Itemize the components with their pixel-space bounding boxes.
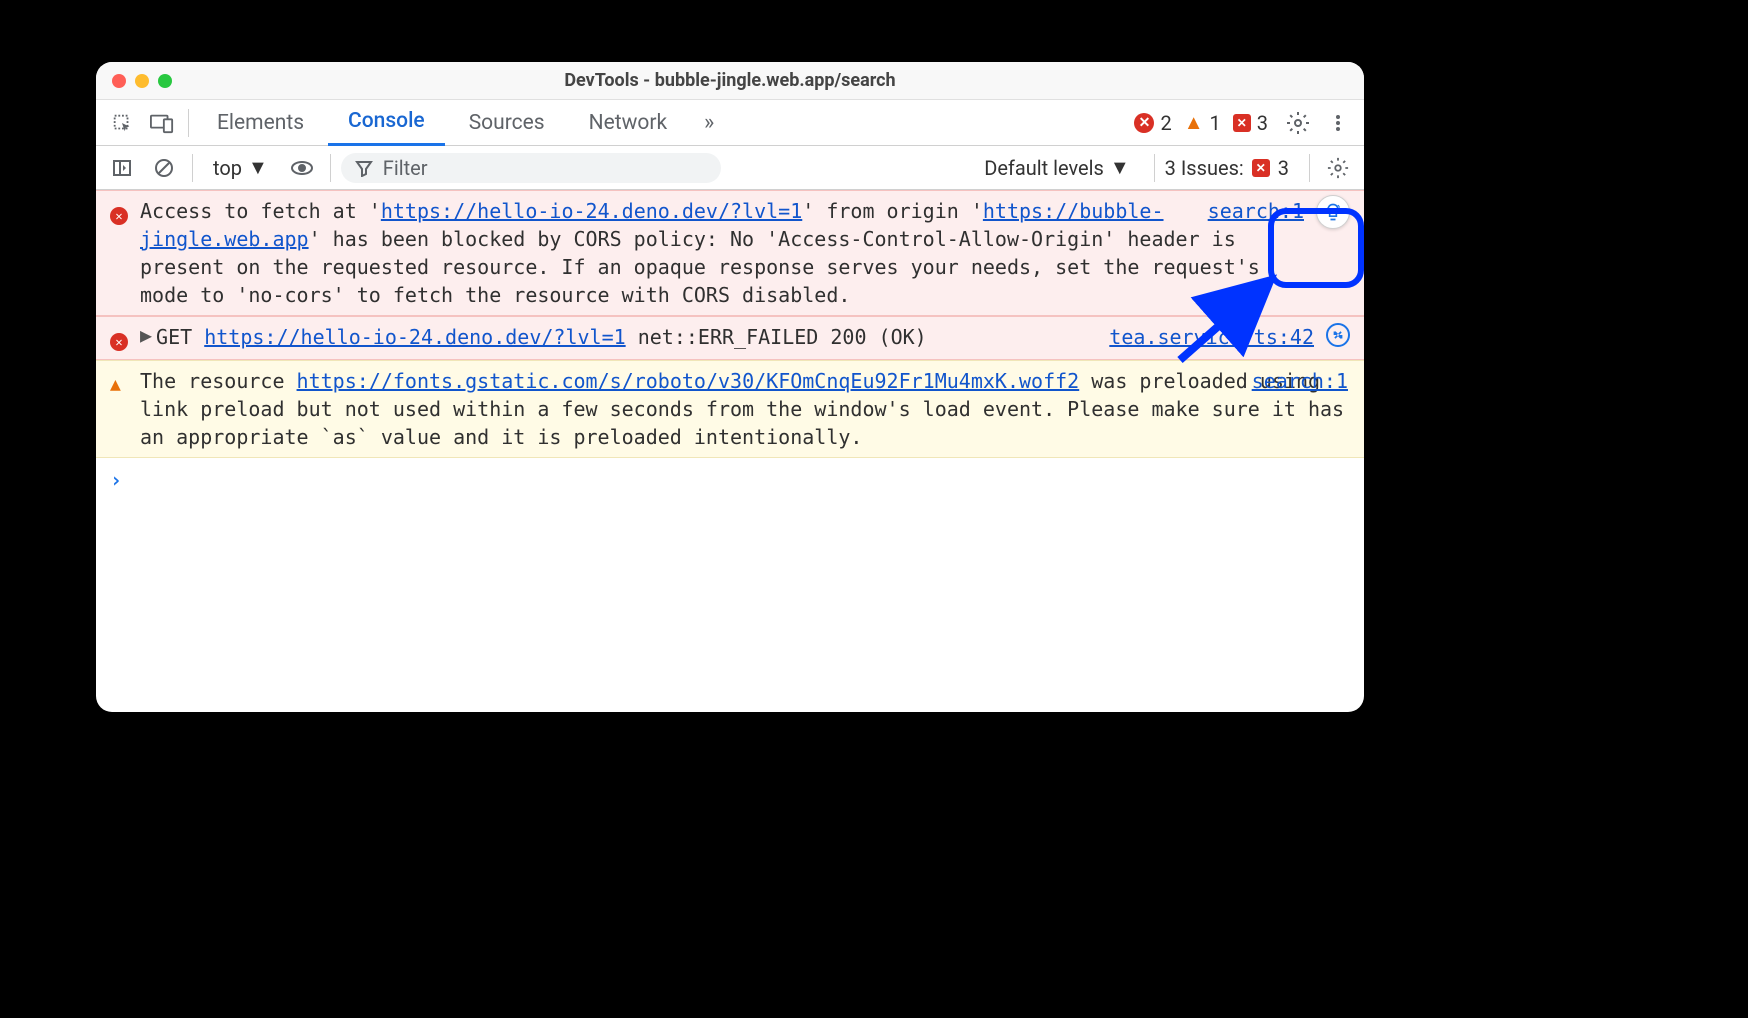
- warnings-badge[interactable]: ▲ 1: [1184, 110, 1221, 135]
- error-icon: ✕: [110, 323, 130, 353]
- source-link[interactable]: tea.service.ts:42: [1109, 323, 1314, 351]
- console-message-warning[interactable]: ▲ The resource https://fonts.gstatic.com…: [96, 360, 1364, 458]
- message-icon: ✕: [1233, 114, 1251, 132]
- dropdown-icon: ▼: [1110, 155, 1130, 180]
- context-label: top: [213, 156, 242, 180]
- replay-xhr-icon[interactable]: [1326, 323, 1350, 347]
- console-messages: ✕ Access to fetch at 'https://hello-io-2…: [96, 190, 1364, 712]
- toolbar-divider: [1309, 154, 1310, 182]
- window-controls: [112, 74, 172, 88]
- filter-icon: [355, 159, 373, 177]
- source-link[interactable]: search:1: [1252, 367, 1348, 395]
- source-link[interactable]: search:1: [1208, 197, 1304, 225]
- toolbar-divider: [188, 109, 189, 137]
- issues-label: 3 Issues:: [1165, 156, 1244, 180]
- tab-console[interactable]: Console: [328, 100, 445, 146]
- device-toolbar-icon[interactable]: [144, 105, 180, 141]
- clear-console-icon[interactable]: [146, 150, 182, 186]
- console-toolbar: top ▼ Filter Default levels ▼ 3 Issues: …: [96, 146, 1364, 190]
- dropdown-icon: ▼: [248, 155, 268, 180]
- expand-icon[interactable]: ▶: [140, 321, 152, 349]
- tab-network[interactable]: Network: [569, 100, 688, 146]
- kebab-menu-icon[interactable]: [1320, 105, 1356, 141]
- prompt-chevron-icon: ›: [110, 468, 122, 492]
- issues-button[interactable]: 3 Issues: ✕ 3: [1165, 156, 1289, 180]
- levels-label: Default levels: [984, 156, 1104, 180]
- toggle-sidebar-icon[interactable]: [104, 150, 140, 186]
- message-text: Access to fetch at 'https://hello-io-24.…: [140, 197, 1274, 309]
- titlebar: DevTools - bubble-jingle.web.app/search: [96, 62, 1364, 100]
- more-tabs-icon[interactable]: »: [691, 105, 727, 141]
- toolbar-divider: [192, 154, 193, 182]
- console-message-error[interactable]: ✕ Access to fetch at 'https://hello-io-2…: [96, 190, 1364, 316]
- warnings-count: 1: [1210, 111, 1221, 135]
- issues-count: 3: [1278, 156, 1289, 180]
- zoom-window-button[interactable]: [158, 74, 172, 88]
- execution-context-selector[interactable]: top ▼: [203, 151, 278, 184]
- console-settings-icon[interactable]: [1320, 150, 1356, 186]
- inspect-element-icon[interactable]: [104, 105, 140, 141]
- error-icon: ✕: [110, 197, 130, 309]
- settings-icon[interactable]: [1280, 105, 1316, 141]
- close-window-button[interactable]: [112, 74, 126, 88]
- issue-icon: ✕: [1252, 159, 1270, 177]
- main-toolbar: Elements Console Sources Network » ✕ 2 ▲…: [96, 100, 1364, 146]
- messages-count: 3: [1257, 111, 1268, 135]
- message-text: The resource https://fonts.gstatic.com/s…: [140, 367, 1350, 451]
- tab-sources[interactable]: Sources: [449, 100, 565, 146]
- resource-url-link[interactable]: https://fonts.gstatic.com/s/roboto/v30/K…: [297, 369, 1080, 393]
- minimize-window-button[interactable]: [135, 74, 149, 88]
- tab-elements[interactable]: Elements: [197, 100, 324, 146]
- status-badges: ✕ 2 ▲ 1 ✕ 3: [1134, 110, 1268, 135]
- errors-count: 2: [1160, 111, 1171, 135]
- log-levels-selector[interactable]: Default levels ▼: [984, 155, 1129, 180]
- devtools-window: DevTools - bubble-jingle.web.app/search …: [96, 62, 1364, 712]
- errors-badge[interactable]: ✕ 2: [1134, 111, 1171, 135]
- ai-insight-button[interactable]: [1316, 195, 1350, 229]
- toolbar-divider: [1154, 154, 1155, 182]
- filter-placeholder: Filter: [383, 156, 428, 180]
- error-icon: ✕: [1134, 113, 1154, 133]
- filter-input[interactable]: Filter: [341, 153, 721, 183]
- console-prompt[interactable]: ›: [96, 458, 1364, 502]
- messages-badge[interactable]: ✕ 3: [1233, 111, 1268, 135]
- console-message-error[interactable]: ✕ ▶GET https://hello-io-24.deno.dev/?lvl…: [96, 316, 1364, 360]
- warning-icon: ▲: [110, 367, 130, 451]
- request-url-link[interactable]: https://hello-io-24.deno.dev/?lvl=1: [204, 325, 625, 349]
- live-expression-icon[interactable]: [284, 150, 320, 186]
- cors-url-link[interactable]: https://hello-io-24.deno.dev/?lvl=1: [381, 199, 802, 223]
- warning-icon: ▲: [1184, 110, 1204, 135]
- toolbar-divider: [330, 154, 331, 182]
- window-title: DevTools - bubble-jingle.web.app/search: [96, 70, 1364, 91]
